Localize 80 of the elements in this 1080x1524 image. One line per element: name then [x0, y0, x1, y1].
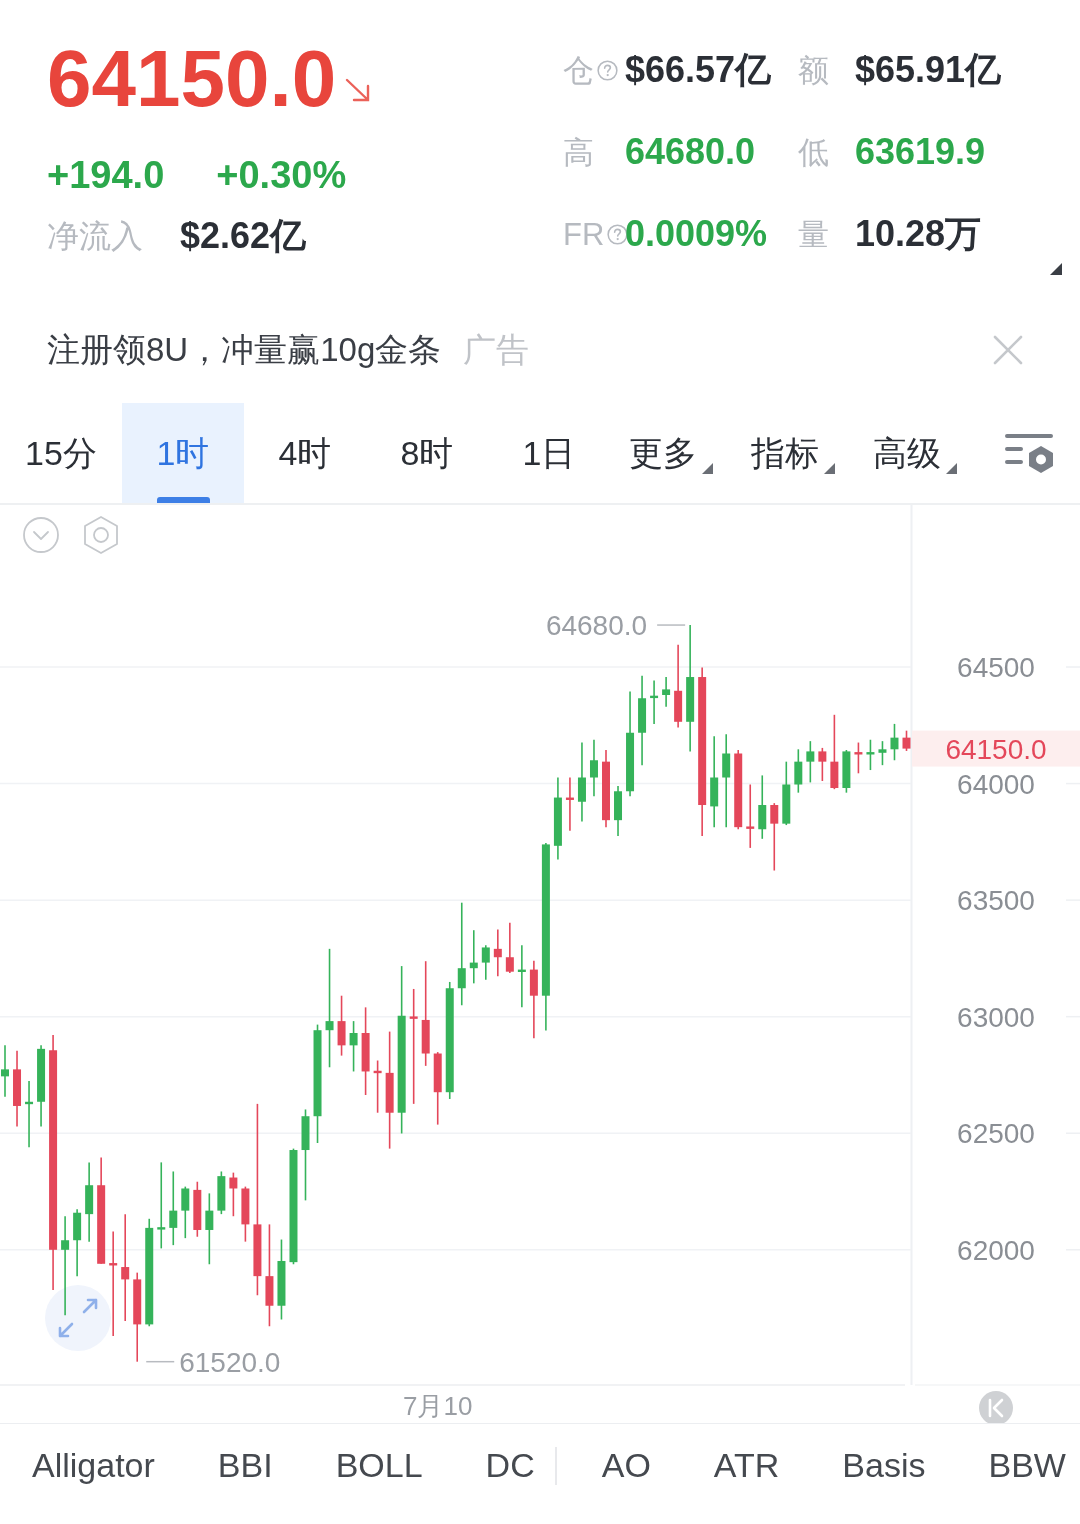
chart-tab[interactable]: 指标: [732, 403, 854, 503]
candlestick: [1, 1044, 9, 1098]
chart-tab[interactable]: 更多: [610, 403, 732, 503]
stat-value: $66.57亿: [625, 52, 773, 88]
chart-tab[interactable]: 4时: [244, 403, 366, 503]
expand-icon[interactable]: [45, 1285, 111, 1351]
settings-icon[interactable]: [84, 516, 118, 554]
candlestick: [806, 740, 815, 784]
chevron-down-icon[interactable]: [23, 517, 59, 553]
candlestick: [169, 1170, 178, 1246]
candlestick: [818, 747, 827, 782]
indicator-tab[interactable]: ATR: [713, 1445, 780, 1486]
stat-value: $65.91亿: [855, 52, 1002, 88]
triangle-icon[interactable]: [1050, 263, 1062, 275]
indicator-tab[interactable]: BBW: [988, 1445, 1066, 1486]
indicator-tab[interactable]: BOLL: [335, 1445, 423, 1486]
candlestick: [325, 948, 334, 1069]
stat-value: 10.28万: [855, 216, 983, 252]
candlestick: [181, 1185, 190, 1239]
help-icon[interactable]: [597, 59, 618, 81]
price-axis-label: 64000: [957, 768, 1035, 800]
indicator-tab[interactable]: DC: [485, 1445, 535, 1486]
stat-value: 63619.9: [855, 134, 987, 170]
price-axis-label: 64500: [957, 652, 1035, 683]
price-axis-label: 63500: [957, 885, 1035, 917]
indicator-tab[interactable]: AO: [601, 1445, 651, 1486]
date-label: 7月10: [403, 1391, 473, 1421]
stat-label: FR: [563, 218, 605, 250]
price-axis-label: 63000: [957, 1001, 1035, 1033]
candlestick: [770, 802, 779, 872]
indicator-tab[interactable]: BBI: [217, 1445, 273, 1486]
chart-tab[interactable]: 8时: [366, 403, 488, 503]
chart-tab[interactable]: 高级: [854, 403, 976, 503]
candlestick: [662, 676, 671, 708]
last-price: 64150.0: [47, 34, 337, 124]
candlestick: [493, 928, 502, 978]
price-change: +194.0: [47, 153, 165, 198]
candlestick: [61, 1215, 70, 1317]
candlestick: [157, 1161, 166, 1250]
low-price-label: 61520.0: [179, 1346, 281, 1378]
chart-tab[interactable]: 1日: [488, 403, 610, 503]
candlestick: [589, 738, 598, 797]
indicator-tab[interactable]: Basis: [842, 1445, 926, 1486]
high-price-label: 64680.0: [545, 610, 648, 642]
candlestick: [890, 723, 899, 762]
settings-icon[interactable]: [1005, 432, 1055, 474]
candlestick: [878, 740, 887, 766]
candlestick: [505, 921, 514, 974]
candlestick: [457, 901, 466, 1007]
price-axis-label: 62000: [957, 1234, 1035, 1266]
candlestick: [409, 988, 418, 1105]
candlestick: [481, 944, 490, 981]
leader-line: [145, 1360, 175, 1363]
price-axis-label: 62500: [957, 1118, 1035, 1150]
chart-tab[interactable]: 1时: [122, 403, 244, 503]
candlestick: [229, 1171, 238, 1218]
candlestick: [902, 729, 911, 752]
close-icon[interactable]: [993, 335, 1023, 365]
stat-label: 高: [563, 136, 594, 168]
candlestick: [205, 1192, 214, 1266]
skip-back-icon[interactable]: [979, 1391, 1013, 1423]
leader-line: [656, 624, 686, 626]
net-inflow-label: 净流入: [47, 217, 143, 256]
candlestick: [349, 1020, 358, 1073]
stat-label: 仓: [563, 54, 594, 86]
percent-change: +0.30%: [216, 153, 347, 198]
net-inflow-value: $2.62亿: [180, 214, 307, 258]
stat-label: 量: [798, 218, 829, 250]
stat-value: 64680.0: [625, 134, 757, 170]
indicator-tab[interactable]: Alligator: [32, 1445, 155, 1486]
candlestick: [794, 748, 803, 794]
candlestick: [746, 783, 755, 849]
candlestick: [121, 1213, 130, 1322]
stat-value: 0.0009%: [625, 216, 769, 252]
last-price-tag: 64150.0: [912, 730, 1080, 767]
stat-label: 额: [798, 54, 829, 86]
ad-text[interactable]: 注册领8U，冲量赢10g金条: [47, 325, 442, 375]
chart-tab[interactable]: 15分: [0, 403, 122, 503]
ad-label: 广告: [463, 330, 530, 371]
stat-label: 低: [798, 136, 829, 168]
